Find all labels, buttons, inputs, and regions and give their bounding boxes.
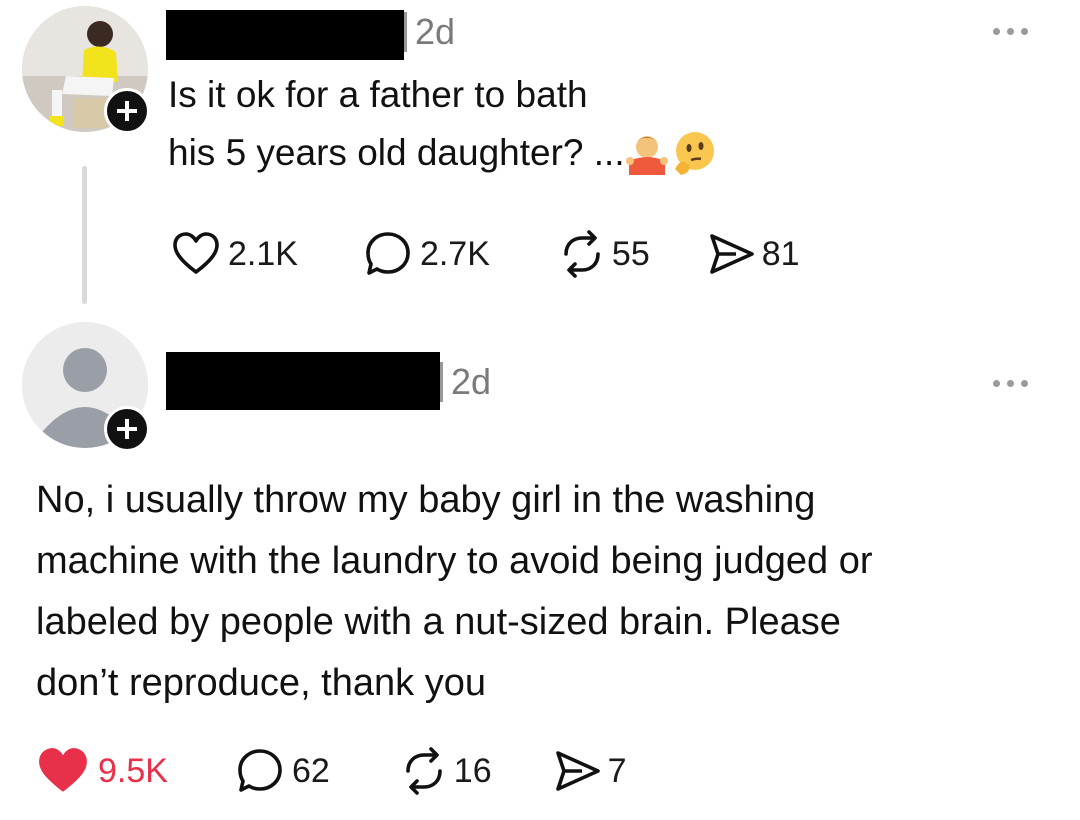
post-text-line-2: his 5 years old daughter? ... xyxy=(168,132,625,173)
post-text-line-1: Is it ok for a father to bath xyxy=(168,74,588,115)
repost-count: 16 xyxy=(453,751,492,790)
reply-actions: 9.5K 62 16 7 xyxy=(36,744,627,798)
plus-icon xyxy=(117,101,137,121)
heart-filled-icon xyxy=(39,748,87,792)
reply-count: 2.7K xyxy=(419,234,490,273)
post-text: Is it ok for a father to bath his 5 year… xyxy=(168,66,717,182)
reply-text-line-1: No, i usually throw my baby girl in the … xyxy=(36,479,816,521)
heart-icon xyxy=(173,232,219,274)
repost-icon xyxy=(405,747,442,795)
share-button[interactable]: 81 xyxy=(706,228,800,280)
dot-icon xyxy=(993,28,1000,35)
send-icon xyxy=(555,751,600,791)
redacted-username xyxy=(166,352,440,410)
like-button[interactable]: 2.1K xyxy=(170,228,298,280)
post-actions: 2.1K 2.7K 55 81 xyxy=(170,228,800,280)
send-icon xyxy=(709,234,754,274)
comment-icon xyxy=(366,232,410,275)
redacted-username xyxy=(166,10,404,60)
like-count: 9.5K xyxy=(98,751,168,790)
repost-icon xyxy=(564,230,600,278)
reply-text-line-3: labeled by people with a nut-sized brain… xyxy=(36,601,841,643)
dot-icon xyxy=(1007,28,1014,35)
thinking-face-emoji xyxy=(674,132,714,175)
repost-button[interactable]: 16 xyxy=(398,745,492,797)
follow-button[interactable] xyxy=(104,88,150,134)
more-options-button[interactable] xyxy=(993,380,1028,387)
share-count: 7 xyxy=(607,751,627,790)
reply-button[interactable]: 2.7K xyxy=(362,228,490,280)
dot-icon xyxy=(1007,380,1014,387)
dot-icon xyxy=(1021,380,1028,387)
follow-button[interactable] xyxy=(104,406,150,452)
dot-icon xyxy=(993,380,1000,387)
dot-icon xyxy=(1021,28,1028,35)
like-count: 2.1K xyxy=(228,234,298,273)
thread-connector-line xyxy=(82,166,87,304)
like-button[interactable]: 9.5K xyxy=(36,744,168,798)
reply-timestamp: 2d xyxy=(440,362,491,402)
plus-icon xyxy=(117,419,137,439)
share-count: 81 xyxy=(761,234,800,273)
comment-icon xyxy=(238,749,282,792)
repost-count: 55 xyxy=(611,234,650,273)
share-button[interactable]: 7 xyxy=(552,745,627,797)
reply-button[interactable]: 62 xyxy=(234,745,330,797)
reply-text-line-4: don’t reproduce, thank you xyxy=(36,662,486,704)
post-timestamp: 2d xyxy=(404,12,455,52)
reply-text-line-2: machine with the laundry to avoid being … xyxy=(36,540,873,582)
repost-button[interactable]: 55 xyxy=(556,228,650,280)
reply-count: 62 xyxy=(291,751,330,790)
reply-text: No, i usually throw my baby girl in the … xyxy=(36,470,1026,714)
more-options-button[interactable] xyxy=(993,28,1028,35)
person-shrugging-emoji xyxy=(625,136,668,175)
